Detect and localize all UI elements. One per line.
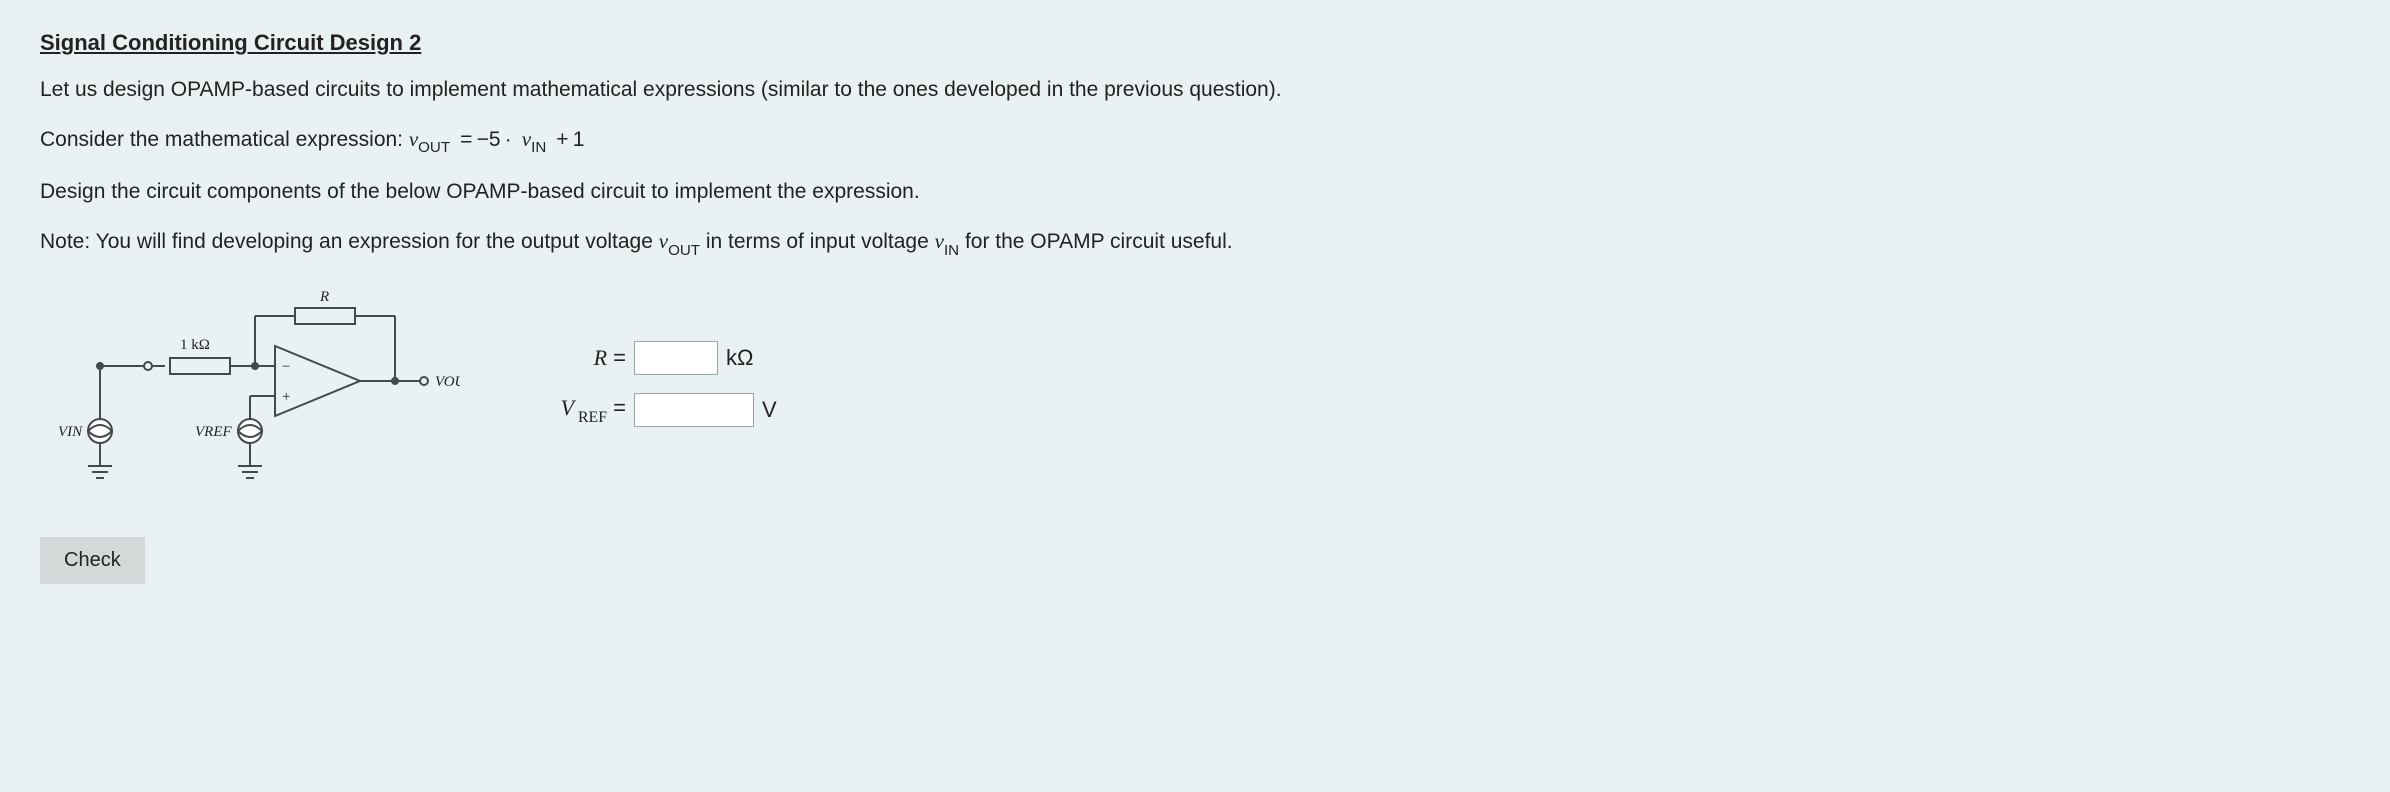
check-button[interactable]: Check — [40, 537, 145, 584]
vref-eq: = — [607, 395, 626, 420]
note-vin-v: v — [935, 229, 944, 253]
vref-sub: REF — [574, 409, 607, 426]
note-vin-sub: IN — [944, 242, 959, 259]
input-row-r: R = kΩ — [540, 341, 777, 375]
expr-vin-sub: IN — [531, 139, 546, 156]
note-mid: in terms of input voltage — [706, 230, 935, 253]
r-input[interactable] — [634, 341, 718, 375]
expr-equals: = −5 · — [456, 128, 516, 151]
note-post: for the OPAMP circuit useful. — [965, 230, 1233, 253]
diagram-vout-label: VOUT — [435, 374, 460, 390]
circuit-diagram: VIN 1 kΩ R − + VOUT — [40, 281, 460, 501]
paragraph-note: Note: You will find developing an expres… — [40, 226, 2350, 261]
vref-sym: V — [561, 395, 574, 420]
paragraph-expression: Consider the mathematical expression: vO… — [40, 124, 2350, 159]
r-eq: = — [607, 345, 626, 370]
paragraph-design: Design the circuit components of the bel… — [40, 176, 2350, 208]
expr-vout-v: v — [409, 127, 418, 151]
input-row-vref: V REF = V — [540, 393, 777, 427]
paragraph-intro: Let us design OPAMP-based circuits to im… — [40, 74, 2350, 106]
vref-label: V REF = — [540, 395, 626, 425]
diagram-plus: + — [282, 389, 290, 405]
circuit-diagram-wrap: VIN 1 kΩ R − + VOUT — [40, 281, 460, 584]
diagram-input-resistor-label: 1 kΩ — [180, 337, 210, 353]
expr-tail: + 1 — [552, 128, 584, 151]
r-unit: kΩ — [726, 345, 753, 371]
r-label: R = — [540, 345, 626, 371]
answer-inputs: R = kΩ V REF = V — [540, 341, 777, 427]
vref-unit: V — [762, 397, 777, 423]
diagram-minus: − — [282, 359, 290, 375]
r-sym: R — [594, 345, 607, 370]
expr-vin-v: v — [522, 127, 531, 151]
expr-vout-sub: OUT — [418, 139, 450, 156]
content-row: VIN 1 kΩ R − + VOUT — [40, 281, 2350, 584]
note-pre: Note: You will find developing an expres… — [40, 230, 659, 253]
vref-input[interactable] — [634, 393, 754, 427]
diagram-feedback-resistor-label: R — [319, 289, 329, 305]
note-vout-v: v — [659, 229, 668, 253]
diagram-vref-label: VREF — [195, 424, 232, 440]
diagram-vin-label: VIN — [58, 424, 83, 440]
expr-prefix: Consider the mathematical expression: — [40, 128, 409, 151]
note-vout-sub: OUT — [668, 242, 700, 259]
question-title: Signal Conditioning Circuit Design 2 — [40, 30, 2350, 56]
